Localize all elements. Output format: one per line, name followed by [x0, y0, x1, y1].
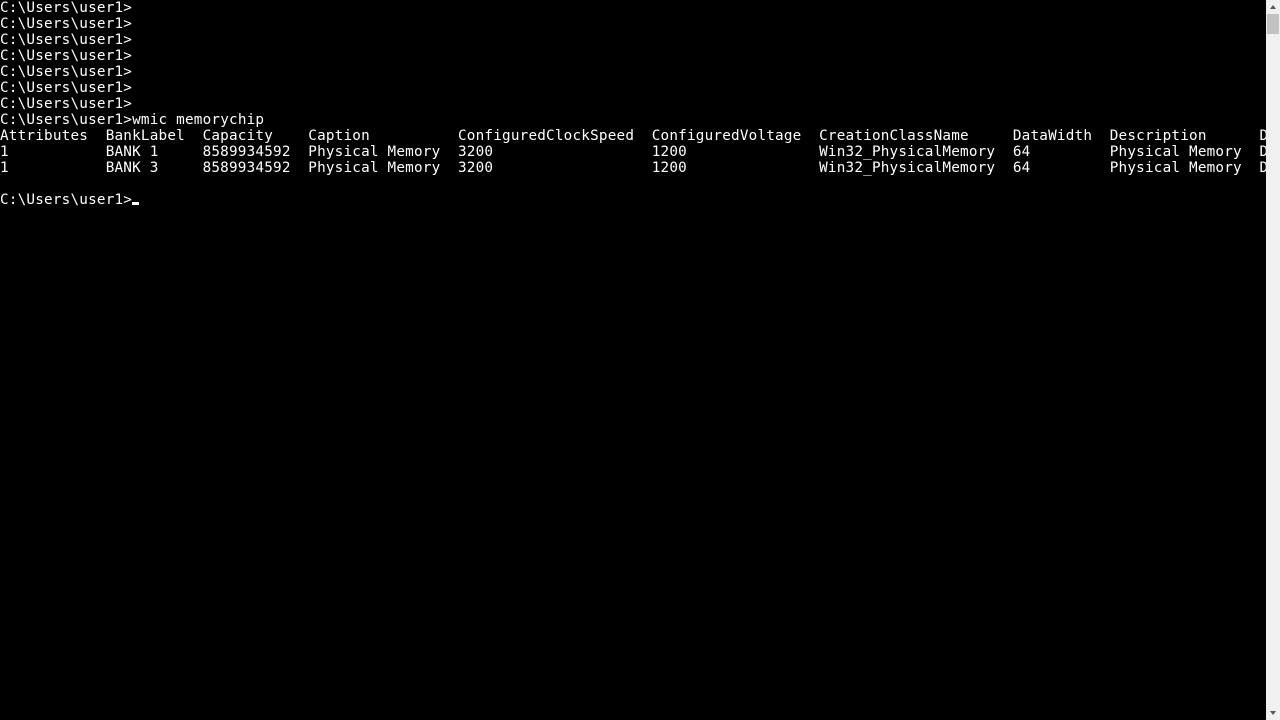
prompt-line: C:\Users\user1>: [0, 64, 132, 80]
cursor-icon: [132, 202, 139, 205]
wmic-data-row: 1 BANK 3 8589934592 Physical Memory 3200…: [0, 160, 1266, 176]
prompt-line: C:\Users\user1>: [0, 32, 132, 48]
terminal-output: C:\Users\user1> C:\Users\user1> C:\Users…: [0, 0, 1266, 208]
scroll-thumb[interactable]: [1267, 14, 1279, 34]
scroll-up-button[interactable]: [1266, 0, 1280, 14]
vertical-scrollbar[interactable]: [1266, 0, 1280, 720]
prompt-line: C:\Users\user1>: [0, 96, 132, 112]
prompt-line: C:\Users\user1>: [0, 80, 132, 96]
current-prompt[interactable]: C:\Users\user1>: [0, 192, 139, 208]
command-line: C:\Users\user1>wmic memorychip: [0, 112, 264, 128]
prompt-line: C:\Users\user1>: [0, 16, 132, 32]
wmic-header-row: Attributes BankLabel Capacity Caption Co…: [0, 128, 1266, 144]
wmic-data-row: 1 BANK 1 8589934592 Physical Memory 3200…: [0, 144, 1266, 160]
prompt-line: C:\Users\user1>: [0, 48, 132, 64]
prompt-line: C:\Users\user1>: [0, 0, 132, 16]
scroll-down-button[interactable]: [1266, 706, 1280, 720]
terminal-viewport[interactable]: C:\Users\user1> C:\Users\user1> C:\Users…: [0, 0, 1266, 720]
